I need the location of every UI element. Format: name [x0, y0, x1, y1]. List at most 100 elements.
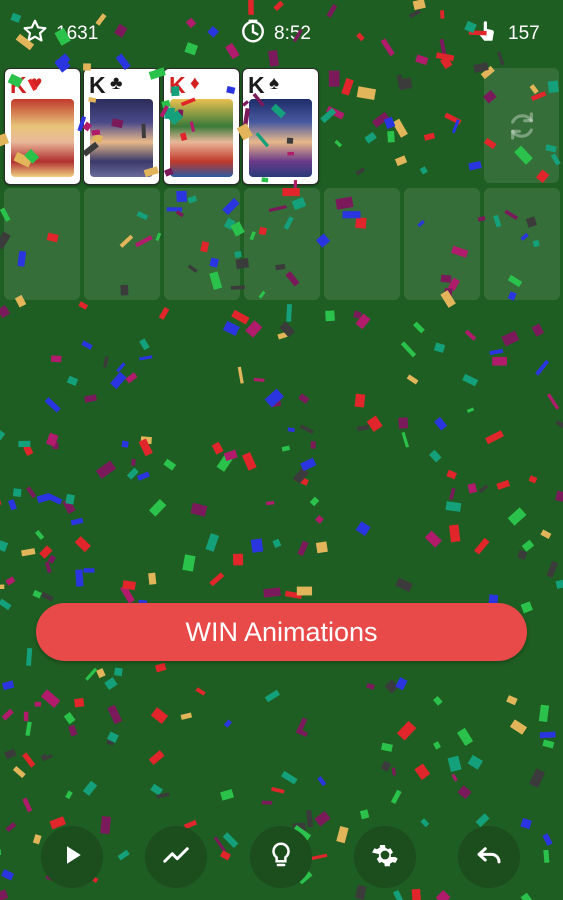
king-portrait	[249, 99, 312, 177]
confetti-piece	[213, 836, 227, 853]
confetti-piece	[271, 787, 285, 794]
tableau-slot[interactable]	[404, 188, 480, 300]
confetti-piece	[222, 832, 239, 849]
confetti-piece	[83, 568, 95, 573]
confetti-piece	[0, 304, 11, 319]
confetti-piece	[467, 483, 478, 494]
confetti-piece	[277, 331, 288, 340]
foundation-card-clubs[interactable]: K ♣	[83, 68, 160, 185]
confetti-piece	[26, 647, 33, 666]
confetti-piece	[74, 698, 85, 708]
confetti-piece	[406, 374, 419, 385]
confetti-piece	[23, 444, 34, 457]
confetti-piece	[1, 708, 14, 721]
confetti-piece	[44, 754, 53, 760]
clock-icon	[240, 18, 266, 50]
confetti-piece	[261, 800, 273, 805]
confetti-piece	[540, 529, 552, 539]
confetti-piece	[148, 572, 157, 585]
confetti-piece	[2, 680, 15, 691]
settings-button[interactable]	[354, 826, 416, 888]
confetti-piece	[12, 765, 26, 779]
confetti-piece	[0, 598, 12, 611]
king-portrait	[11, 99, 74, 177]
confetti-piece	[462, 373, 479, 387]
confetti-piece	[211, 441, 224, 455]
tableau-slot[interactable]	[324, 188, 400, 300]
confetti-piece	[163, 458, 177, 471]
foundation-card-diamonds[interactable]: K ♦	[163, 68, 240, 185]
confetti-piece	[265, 500, 275, 506]
confetti-piece	[40, 591, 54, 602]
play-button[interactable]	[41, 826, 103, 888]
confetti-piece	[180, 712, 193, 720]
confetti-piece	[457, 785, 472, 800]
card-rank: K	[10, 72, 27, 98]
confetti-piece	[434, 416, 448, 431]
foundation-card-spades[interactable]: K ♠	[242, 68, 319, 185]
confetti-piece	[359, 809, 370, 820]
confetti-piece	[451, 773, 458, 782]
win-animations-button[interactable]: WIN Animations	[36, 603, 527, 661]
confetti-piece	[269, 394, 282, 408]
confetti-piece	[457, 727, 474, 746]
stock-pile[interactable]	[484, 68, 559, 183]
undo-button[interactable]	[458, 826, 520, 888]
tableau-slot[interactable]	[244, 188, 320, 300]
stats-button[interactable]	[145, 826, 207, 888]
confetti-piece	[310, 441, 316, 449]
king-portrait	[90, 99, 153, 177]
foundation-card-hearts[interactable]: K ♥	[4, 68, 81, 185]
confetti-piece	[300, 457, 317, 472]
confetti-piece	[531, 323, 545, 337]
confetti-piece	[395, 577, 413, 592]
confetti-piece	[309, 496, 320, 507]
confetti-piece	[85, 667, 98, 681]
confetti-piece	[22, 797, 33, 813]
confetti-piece	[395, 677, 408, 691]
confetti-piece	[155, 662, 167, 673]
confetti-piece	[355, 884, 367, 900]
confetti-piece	[106, 731, 119, 743]
confetti-piece	[75, 569, 84, 587]
confetti-piece	[205, 533, 220, 552]
hint-button[interactable]	[250, 826, 312, 888]
king-portrait	[170, 99, 233, 177]
confetti-piece	[156, 792, 170, 799]
confetti-piece	[21, 548, 36, 557]
card-rank: K	[169, 72, 186, 98]
undo-icon	[474, 840, 504, 875]
confetti-piece	[23, 711, 29, 722]
confetti-piece	[125, 372, 138, 384]
confetti-piece	[292, 467, 309, 484]
confetti-piece	[555, 579, 563, 589]
confetti-piece	[114, 667, 123, 677]
confetti-piece	[1, 869, 15, 881]
confetti-piece	[84, 394, 97, 403]
tableau-slot[interactable]	[84, 188, 160, 300]
confetti-piece	[140, 436, 152, 445]
tableau-slot[interactable]	[484, 188, 560, 300]
confetti-piece	[317, 776, 327, 787]
confetti-piece	[231, 309, 250, 325]
tableau-slot[interactable]	[4, 188, 80, 300]
confetti-piece	[139, 355, 153, 361]
confetti-piece	[467, 754, 483, 770]
confetti-piece	[326, 105, 345, 120]
confetti-piece	[355, 521, 371, 536]
confetti-piece	[492, 356, 507, 366]
confetti-piece	[121, 440, 129, 448]
confetti-piece	[50, 355, 62, 363]
tableau-slot[interactable]	[164, 188, 240, 300]
confetti-piece	[447, 755, 462, 772]
confetti-piece	[501, 330, 520, 347]
confetti-piece	[36, 492, 52, 504]
confetti-piece	[414, 763, 431, 780]
confetti-piece	[341, 78, 354, 96]
confetti-piece	[219, 850, 231, 861]
confetti-piece	[364, 131, 377, 144]
confetti-piece	[102, 356, 109, 368]
confetti-piece	[298, 393, 310, 404]
confetti-piece	[356, 86, 377, 101]
confetti-piece	[509, 719, 528, 735]
